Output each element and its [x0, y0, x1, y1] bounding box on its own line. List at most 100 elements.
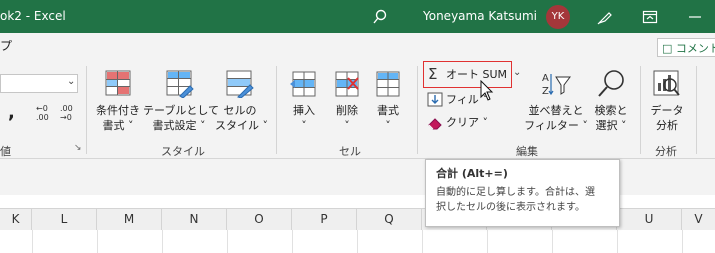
tooltip-line: 択したセルの後に表示されます。	[436, 202, 585, 213]
cell[interactable]	[292, 230, 358, 253]
svg-text:Z: Z	[542, 86, 549, 97]
group-separator	[86, 66, 87, 154]
tooltip-line: 自動的に足し算します。合計は、選	[436, 187, 595, 198]
cell[interactable]	[617, 230, 683, 253]
dialog-launcher-icon[interactable]: ↘	[74, 143, 82, 153]
insert-label: 挿入	[293, 104, 315, 117]
find-select-label-1: 検索と	[594, 104, 628, 117]
number-format-select[interactable]: ⌄	[0, 74, 78, 93]
comment-icon: □	[662, 42, 673, 55]
number-group-label: 値	[0, 145, 11, 158]
autosum-dropdown-icon[interactable]: ⌄	[513, 67, 521, 78]
column-header[interactable]: M	[97, 209, 162, 230]
delete-cells-icon	[335, 71, 359, 97]
decrease-decimal-icon[interactable]: .00 →0	[60, 104, 78, 124]
delete-cells-button[interactable]: 削除 ˅	[328, 68, 366, 136]
ribbon-tab[interactable]: プ	[0, 39, 12, 53]
menu-bar: プ	[0, 33, 715, 60]
document-title: ok2 - Excel	[0, 9, 66, 23]
column-header[interactable]: Q	[357, 209, 422, 230]
cell[interactable]	[227, 230, 293, 253]
data-analysis-label-1: データ	[650, 104, 684, 117]
format-label: 書式	[377, 104, 399, 117]
format-as-table-label-1: テーブルとして	[143, 104, 220, 117]
chevron-down-icon: ⌄	[67, 76, 76, 87]
search-icon[interactable]	[372, 9, 388, 25]
eraser-icon	[428, 118, 442, 130]
format-as-table-label-2: 書式設定 ˅	[152, 119, 206, 132]
clear-button[interactable]: クリア ˅	[427, 114, 497, 132]
data-analysis-icon	[653, 70, 680, 96]
group-separator	[276, 66, 277, 154]
editing-group-label: 編集	[516, 145, 538, 158]
ribbon-display-icon[interactable]	[642, 9, 658, 25]
conditional-formatting-label-1: 条件付き	[96, 104, 140, 117]
cell[interactable]	[0, 230, 33, 253]
delete-dropdown: ˅	[344, 119, 350, 132]
column-header[interactable]: L	[32, 209, 97, 230]
data-analysis-label-2: 分析	[656, 119, 678, 132]
insert-cells-icon	[290, 71, 316, 97]
cell-styles-label-2: スタイル ˅	[215, 119, 268, 132]
tooltip: 合計 (Alt+=) 自動的に足し算します。合計は、選 択したセルの後に表示され…	[425, 159, 620, 227]
find-select-button[interactable]: 検索と 選択 ˅	[588, 68, 634, 136]
sort-filter-label-2: フィルター ˅	[524, 119, 588, 132]
group-separator	[696, 66, 697, 154]
pen-icon[interactable]	[596, 8, 614, 26]
column-header[interactable]: V	[682, 209, 715, 230]
cell[interactable]	[97, 230, 163, 253]
cell[interactable]	[32, 230, 98, 253]
format-cells-icon	[376, 71, 400, 97]
format-cells-button[interactable]: 書式 ˅	[369, 68, 407, 136]
mouse-cursor-icon	[480, 80, 494, 101]
minimize-icon[interactable]	[687, 9, 703, 25]
autosum-label: オート SUM	[446, 68, 508, 81]
magnifier-icon	[598, 70, 624, 97]
cell[interactable]	[487, 230, 553, 253]
format-as-table-button[interactable]: テーブルとして 書式設定 ˅	[143, 68, 220, 136]
svg-text:A: A	[542, 73, 549, 84]
data-analysis-button[interactable]: データ 分析	[646, 68, 688, 136]
styles-group-label: スタイル	[161, 145, 205, 158]
column-header[interactable]: N	[162, 209, 227, 230]
avatar[interactable]: YK	[546, 5, 570, 29]
cell-styles-label-1: セルの	[223, 104, 257, 117]
cell[interactable]	[162, 230, 228, 253]
sort-filter-icon: A Z	[542, 73, 571, 97]
table-format-icon	[166, 70, 194, 98]
conditional-formatting-label-2: 書式 ˅	[102, 119, 134, 132]
autosum-button[interactable]: Σ オート SUM	[423, 61, 512, 88]
delete-label: 削除	[336, 104, 358, 117]
column-header[interactable]: O	[227, 209, 292, 230]
conditional-formatting-button[interactable]: 条件付き 書式 ˅	[93, 68, 143, 136]
user-name[interactable]: Yoneyama Katsumi	[423, 0, 537, 33]
sort-filter-label-1: 並べ替えと	[528, 104, 584, 117]
column-header[interactable]: P	[292, 209, 357, 230]
cells-group-label: セル	[339, 145, 361, 158]
clear-label: クリア ˅	[446, 116, 488, 129]
comment-label: コメント	[675, 42, 715, 55]
sort-filter-button[interactable]: A Z 並べ替えと フィルター ˅	[524, 68, 588, 136]
format-dropdown: ˅	[385, 119, 391, 132]
insert-cells-button[interactable]: 挿入 ˅	[285, 68, 323, 136]
column-header[interactable]: K	[0, 209, 32, 230]
tooltip-title: 合計 (Alt+=)	[436, 167, 508, 180]
insert-dropdown: ˅	[301, 119, 307, 132]
analysis-group-label: 分析	[655, 145, 677, 158]
cell[interactable]	[552, 230, 618, 253]
group-separator	[640, 66, 641, 154]
comma-style-icon[interactable]: ,	[8, 102, 15, 123]
title-bar: ok2 - Excel Yoneyama Katsumi YK	[0, 0, 715, 33]
increase-decimal-icon[interactable]: ←0.00	[36, 104, 54, 124]
column-header[interactable]: U	[617, 209, 682, 230]
cell-styles-button[interactable]: セルの スタイル ˅	[215, 68, 268, 136]
comment-button[interactable]: □ コメント	[657, 38, 715, 57]
fill-down-icon	[427, 92, 443, 107]
worksheet-grid[interactable]	[0, 230, 715, 253]
group-separator	[417, 66, 418, 154]
cell[interactable]	[422, 230, 488, 253]
cell[interactable]	[357, 230, 423, 253]
sigma-icon: Σ	[428, 65, 438, 83]
cell-styles-icon	[226, 70, 254, 98]
conditional-formatting-icon	[105, 70, 131, 96]
